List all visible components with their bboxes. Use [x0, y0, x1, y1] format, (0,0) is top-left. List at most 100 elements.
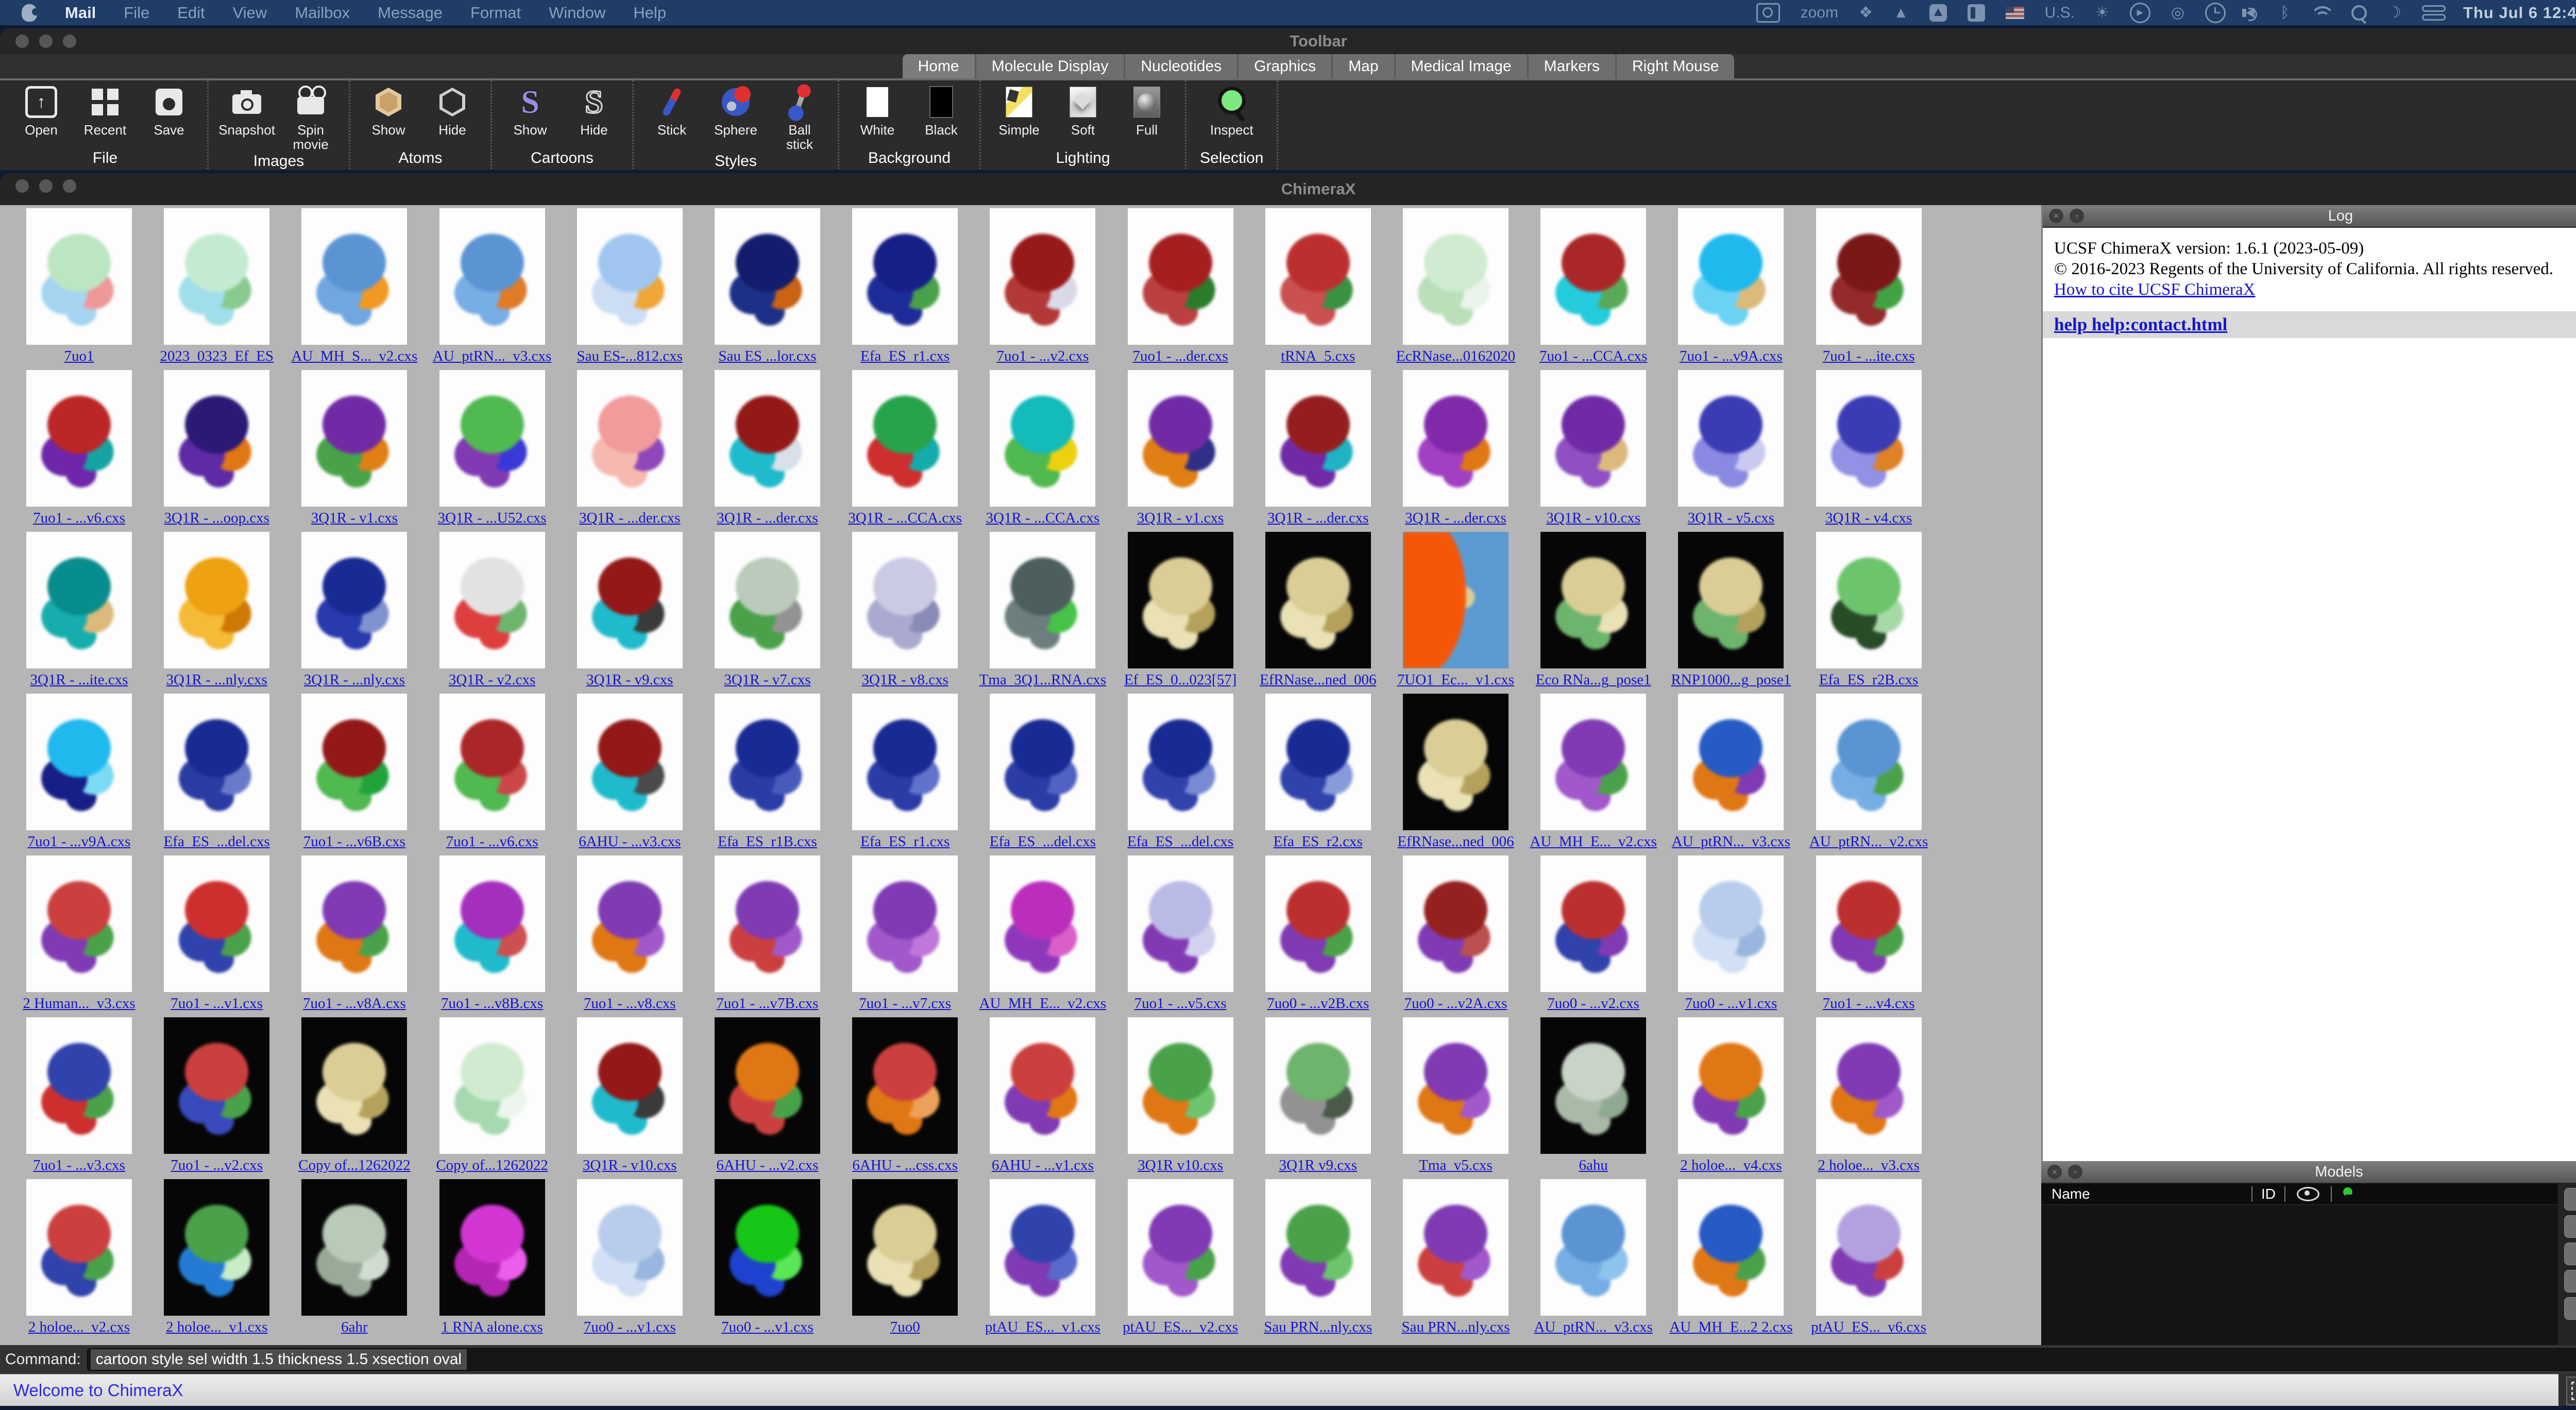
file-history-item[interactable]: 7uo0 - ...v1.cxs [1662, 855, 1800, 1012]
file-history-item[interactable]: 3Q1R v10.cxs [1112, 1017, 1249, 1174]
molecule-thumbnail[interactable] [26, 855, 132, 992]
file-history-item[interactable]: AU_ptRN..._v3.cxs [423, 208, 561, 365]
file-history-item[interactable]: AU_MH_S..._v2.cxs [285, 208, 423, 365]
molecule-thumbnail[interactable] [1403, 1179, 1509, 1316]
molecule-thumbnail[interactable] [164, 694, 269, 830]
molecule-thumbnail[interactable] [577, 208, 683, 345]
airplay-icon[interactable]: ◎ [2171, 5, 2184, 21]
file-history-item[interactable]: Copy of...1262022 [423, 1017, 561, 1174]
file-history-item[interactable]: AU_ptRN..._v2.cxs [1800, 694, 1938, 850]
file-history-item[interactable]: Copy of...1262022 [285, 1017, 423, 1174]
molecule-thumbnail[interactable] [1403, 1017, 1509, 1154]
molecule-thumbnail[interactable] [26, 1179, 132, 1316]
molecule-thumbnail[interactable] [715, 208, 820, 345]
file-link[interactable]: 3Q1R - v8.cxs [836, 672, 974, 689]
control-center-icon[interactable] [2422, 5, 2443, 21]
file-link[interactable]: 7uo0 [836, 1319, 974, 1336]
molecule-thumbnail[interactable] [715, 1179, 820, 1316]
file-history-item[interactable]: 3Q1R - ...CCA.cxs [836, 370, 974, 527]
file-history-item[interactable]: RNP1000...g_pose1 [1662, 532, 1800, 689]
models-view-button[interactable]: View [2564, 1270, 2576, 1292]
molecule-thumbnail[interactable] [990, 370, 1095, 507]
file-history-item[interactable]: 7uo1 - ...v6.cxs [10, 370, 148, 527]
file-link[interactable]: 3Q1R - ...CCA.cxs [974, 510, 1111, 527]
dock-icon[interactable] [1968, 4, 1985, 22]
file-history-item[interactable]: 7uo0 - ...v1.cxs [699, 1179, 836, 1336]
file-history-item[interactable]: tRNA_5.cxs [1249, 208, 1387, 365]
molecule-thumbnail[interactable] [852, 370, 958, 507]
file-link[interactable]: 7uo0 - ...v2A.cxs [1387, 995, 1524, 1012]
molecule-thumbnail[interactable] [1265, 208, 1371, 345]
file-history-item[interactable]: 7uo1 - ...v8A.cxs [285, 855, 423, 1012]
file-link[interactable]: 7uo1 - ...v6B.cxs [285, 833, 423, 850]
file-history-item[interactable]: ptAU_ES..._v1.cxs [974, 1179, 1111, 1336]
file-link[interactable]: 7uo1 - ...v1.cxs [148, 995, 285, 1012]
file-link[interactable]: 7uo0 - ...v2B.cxs [1249, 995, 1387, 1012]
toolbar-button-images-spin-movie[interactable]: Spin movie [286, 83, 335, 152]
file-link[interactable]: 7uo0 - ...v1.cxs [1662, 995, 1800, 1012]
cite-link[interactable]: How to cite UCSF ChimeraX [2054, 280, 2255, 299]
file-history-item[interactable]: 3Q1R - v10.cxs [1524, 370, 1662, 527]
file-link[interactable]: Tma_v5.cxs [1387, 1157, 1524, 1174]
file-link[interactable]: 2 holoe..._v3.cxs [1800, 1157, 1938, 1174]
file-history-item[interactable]: 3Q1R - ...oop.cxs [148, 370, 285, 527]
molecule-thumbnail[interactable] [26, 370, 132, 507]
molecule-thumbnail[interactable] [1128, 532, 1233, 668]
toolbar-button-cartoons-hide[interactable]: SHide [569, 83, 619, 148]
molecule-thumbnail[interactable] [852, 694, 958, 830]
file-link[interactable]: 6AHU - ...v3.cxs [561, 833, 699, 850]
menubar-item-view[interactable]: View [233, 4, 267, 22]
file-history-item[interactable]: AU_MH_E...2 2.cxs [1662, 1179, 1800, 1336]
molecule-thumbnail[interactable] [1128, 208, 1233, 345]
file-history-item[interactable]: 7uo1 - ...v7B.cxs [699, 855, 836, 1012]
file-link[interactable]: AU_ptRN..._v2.cxs [1800, 833, 1938, 850]
screenshot-icon[interactable] [1756, 3, 1780, 23]
file-link[interactable]: 7uo1 [10, 348, 148, 365]
file-history-item[interactable]: ptAU_ES..._v6.cxs [1800, 1179, 1938, 1336]
file-link[interactable]: 2 holoe..._v1.cxs [148, 1319, 285, 1336]
file-link[interactable]: EfRNase...ned_006 [1387, 833, 1524, 850]
file-history-item[interactable]: 7uo1 - ...v4.cxs [1800, 855, 1938, 1012]
dropbox-icon[interactable]: ❖ [1859, 5, 1873, 21]
file-history-item[interactable]: EfRNase...ned_006 [1249, 532, 1387, 689]
file-history-item[interactable]: 2 holoe..._v1.cxs [148, 1179, 285, 1336]
molecule-thumbnail[interactable] [301, 208, 407, 345]
file-link[interactable]: 7uo1 - ...v3.cxs [10, 1157, 148, 1174]
toolbar-button-lighting-soft[interactable]: Soft [1058, 83, 1108, 148]
file-link[interactable]: AU_MH_E...2 2.cxs [1662, 1319, 1800, 1336]
volume-icon[interactable] [2246, 8, 2255, 18]
file-history-item[interactable]: Sau ES ...lor.cxs [699, 208, 836, 365]
file-link[interactable]: 3Q1R - ...der.cxs [561, 510, 699, 527]
molecule-thumbnail[interactable] [1128, 370, 1233, 507]
molecule-thumbnail[interactable] [1540, 1179, 1646, 1316]
file-history-item[interactable]: 7uo1 - ...v7.cxs [836, 855, 974, 1012]
file-link[interactable]: Efa_ES_...del.cxs [148, 833, 285, 850]
molecule-thumbnail[interactable] [1678, 694, 1784, 830]
window-controls[interactable] [15, 179, 76, 193]
file-link[interactable]: 2 holoe..._v2.cxs [10, 1319, 148, 1336]
file-link[interactable]: 6AHU - ...v1.cxs [974, 1157, 1111, 1174]
file-history-item[interactable]: 3Q1R - ...der.cxs [1249, 370, 1387, 527]
file-history-item[interactable]: 2 holoe..._v2.cxs [10, 1179, 148, 1336]
file-history-item[interactable]: 7uo1 - ...v6B.cxs [285, 694, 423, 850]
molecule-thumbnail[interactable] [1128, 1017, 1233, 1154]
file-link[interactable]: 3Q1R - v1.cxs [285, 510, 423, 527]
file-history-item[interactable]: 7uo1 - ...v9A.cxs [1662, 208, 1800, 365]
models-show-button[interactable]: Show [2564, 1243, 2576, 1265]
file-link[interactable]: 7uo1 - ...v8.cxs [561, 995, 699, 1012]
molecule-thumbnail[interactable] [577, 694, 683, 830]
menubar-item-mailbox[interactable]: Mailbox [295, 4, 350, 22]
file-link[interactable]: 2023_0323_Ef_ES [148, 348, 285, 365]
wifi-icon[interactable] [2310, 6, 2331, 20]
molecule-thumbnail[interactable] [439, 855, 545, 992]
brightness-icon[interactable]: ☀ [2095, 5, 2109, 21]
file-history-item[interactable]: 7uo1 [10, 208, 148, 365]
file-history-item[interactable]: 6AHU - ...v1.cxs [974, 1017, 1111, 1174]
file-history-item[interactable]: 7uo1 - ...v6.cxs [423, 694, 561, 850]
molecule-thumbnail[interactable] [1403, 208, 1509, 345]
molecule-thumbnail[interactable] [715, 855, 820, 992]
file-link[interactable]: 3Q1R - ...der.cxs [699, 510, 836, 527]
file-history-item[interactable]: AU_MH_E..._v2.cxs [1524, 694, 1662, 850]
file-link[interactable]: 3Q1R - ...der.cxs [1249, 510, 1387, 527]
file-link[interactable]: 6ahr [285, 1319, 423, 1336]
